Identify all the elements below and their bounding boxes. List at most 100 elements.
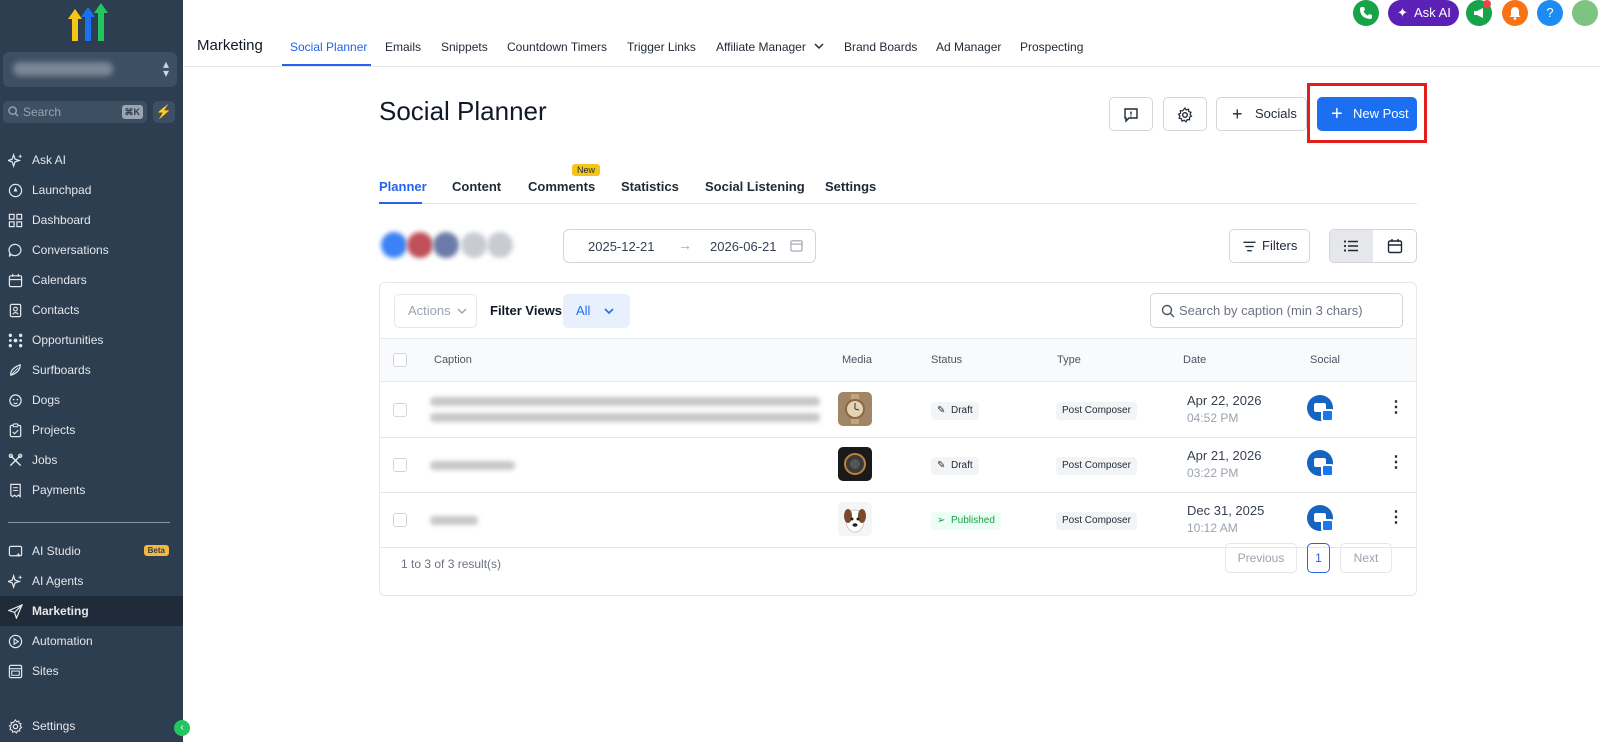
sidebar-item-ask-ai[interactable]: Ask AI (0, 145, 183, 175)
sidebar-item-conversations[interactable]: Conversations (0, 235, 183, 265)
feedback-button[interactable] (1109, 97, 1153, 131)
account-avatar (487, 232, 513, 258)
megaphone-icon[interactable] (1466, 0, 1492, 26)
date-range-picker[interactable]: 2025-12-21 → 2026-06-21 (563, 229, 816, 263)
table-row[interactable]: ✎ Draft Post Composer Apr 21, 2026 03:22… (380, 438, 1416, 493)
column-type[interactable]: Type (1057, 354, 1081, 366)
sidebar-item-label: Conversations (32, 243, 109, 257)
tab-social-listening[interactable]: Social Listening (705, 179, 805, 194)
sidebar-item-dogs[interactable]: Dogs (0, 385, 183, 415)
account-switcher[interactable]: ▴ ▾ (3, 52, 177, 87)
sidebar-item-opportunities[interactable]: Opportunities (0, 325, 183, 355)
search-icon (8, 106, 19, 117)
previous-page-button[interactable]: Previous (1225, 543, 1297, 573)
sidebar-item-jobs[interactable]: Jobs (0, 445, 183, 475)
search-shortcut: ⌘K (121, 105, 143, 119)
sidebar-item-dashboard[interactable]: Dashboard (0, 205, 183, 235)
select-all-checkbox[interactable] (393, 353, 407, 367)
more-options-icon[interactable]: ⋮ (1388, 455, 1404, 471)
filter-views-value: All (576, 303, 591, 318)
tab-countdown-timers[interactable]: Countdown Timers (507, 40, 607, 54)
sidebar-item-label: Settings (32, 719, 76, 733)
collapse-sidebar-chevron-left-icon[interactable]: ‹ (174, 720, 190, 736)
table-row[interactable]: ➢ Published Post Composer Dec 31, 2025 1… (380, 493, 1416, 548)
receipt-icon (10, 483, 21, 498)
filters-button[interactable]: Filters (1229, 229, 1310, 263)
bell-icon[interactable] (1502, 0, 1528, 26)
settings-button[interactable] (1163, 97, 1207, 131)
notification-dot (1483, 0, 1491, 8)
sidebar-item-label: Marketing (32, 604, 89, 618)
chevron-down-icon (457, 308, 467, 314)
tab-snippets[interactable]: Snippets (441, 40, 488, 54)
account-name-redacted (13, 62, 113, 76)
current-page-button[interactable]: 1 (1307, 543, 1330, 573)
sidebar-item-settings[interactable]: Settings (0, 711, 183, 741)
media-thumbnail[interactable] (838, 392, 872, 426)
media-thumbnail[interactable] (838, 502, 872, 536)
actions-dropdown[interactable]: Actions (394, 294, 477, 328)
tab-settings[interactable]: Settings (825, 179, 876, 194)
tab-ad-manager[interactable]: Ad Manager (936, 40, 1001, 54)
tab-prospecting[interactable]: Prospecting (1020, 40, 1083, 54)
column-media[interactable]: Media (842, 354, 872, 366)
user-avatar[interactable] (1572, 0, 1598, 26)
row-checkbox[interactable] (393, 403, 407, 417)
sidebar-item-automation[interactable]: Automation (0, 626, 183, 656)
sidebar-item-ai-agents[interactable]: AI Agents (0, 566, 183, 596)
sidebar-item-calendars[interactable]: Calendars (0, 265, 183, 295)
sidebar-item-sites[interactable]: Sites (0, 656, 183, 686)
automation-icon (8, 634, 23, 649)
tab-content[interactable]: Content (452, 179, 501, 194)
sidebar-item-payments[interactable]: Payments (0, 475, 183, 505)
row-checkbox[interactable] (393, 513, 407, 527)
account-avatar (433, 232, 459, 258)
phone-icon[interactable] (1353, 0, 1379, 26)
column-date[interactable]: Date (1183, 354, 1206, 366)
tab-planner[interactable]: Planner (379, 179, 427, 194)
sidebar-item-projects[interactable]: Projects (0, 415, 183, 445)
tab-emails[interactable]: Emails (385, 40, 421, 54)
sidebar-item-marketing[interactable]: Marketing (0, 596, 183, 626)
filter-views-select[interactable]: All (563, 294, 630, 328)
tab-social-planner[interactable]: Social Planner (290, 40, 367, 54)
sidebar-search[interactable]: Search ⌘K (3, 101, 147, 123)
more-options-icon[interactable]: ⋮ (1388, 400, 1404, 416)
quick-action-bolt-icon[interactable]: ⚡ (153, 101, 175, 123)
ask-ai-button[interactable]: ✦ Ask AI (1388, 0, 1459, 26)
tab-affiliate-manager[interactable]: Affiliate Manager (716, 40, 825, 54)
sidebar-item-contacts[interactable]: Contacts (0, 295, 183, 325)
socials-label: Socials (1255, 106, 1297, 121)
tab-trigger-links[interactable]: Trigger Links (627, 40, 696, 54)
tab-comments[interactable]: Comments (528, 179, 595, 194)
filter-views-label: Filter Views: (490, 303, 567, 318)
social-accounts-avatars[interactable] (381, 232, 523, 260)
more-options-icon[interactable]: ⋮ (1388, 510, 1404, 526)
surfboard-icon (10, 364, 21, 376)
brand-logo[interactable] (66, 3, 112, 41)
media-thumbnail[interactable] (838, 447, 872, 481)
help-icon[interactable]: ? (1537, 0, 1563, 26)
column-caption[interactable]: Caption (434, 354, 472, 366)
type-badge: Post Composer (1056, 457, 1137, 475)
arrow-right-icon: → (678, 237, 692, 253)
tab-brand-boards[interactable]: Brand Boards (844, 40, 917, 54)
sidebar-item-ai-studio[interactable]: AI Studio Beta (0, 536, 183, 566)
add-socials-button[interactable]: + Socials (1216, 97, 1307, 131)
caption-search-input[interactable]: Search by caption (min 3 chars) (1150, 293, 1403, 328)
social-account-icon (1307, 505, 1334, 532)
list-view-button[interactable] (1330, 230, 1373, 262)
column-social[interactable]: Social (1310, 354, 1340, 366)
sidebar-item-surfboards[interactable]: Surfboards (0, 355, 183, 385)
table-row[interactable]: ✎ Draft Post Composer Apr 22, 2026 04:52… (380, 383, 1416, 438)
row-checkbox[interactable] (393, 458, 407, 472)
calendar-icon (790, 240, 803, 252)
active-tab-indicator (282, 64, 371, 66)
tab-statistics[interactable]: Statistics (621, 179, 679, 194)
post-date: Dec 31, 2025 (1187, 503, 1265, 518)
sidebar-item-launchpad[interactable]: Launchpad (0, 175, 183, 205)
next-page-button[interactable]: Next (1340, 543, 1392, 573)
tab-affiliate-manager-label: Affiliate Manager (716, 40, 806, 54)
column-status[interactable]: Status (931, 354, 962, 366)
calendar-view-button[interactable] (1374, 230, 1416, 262)
